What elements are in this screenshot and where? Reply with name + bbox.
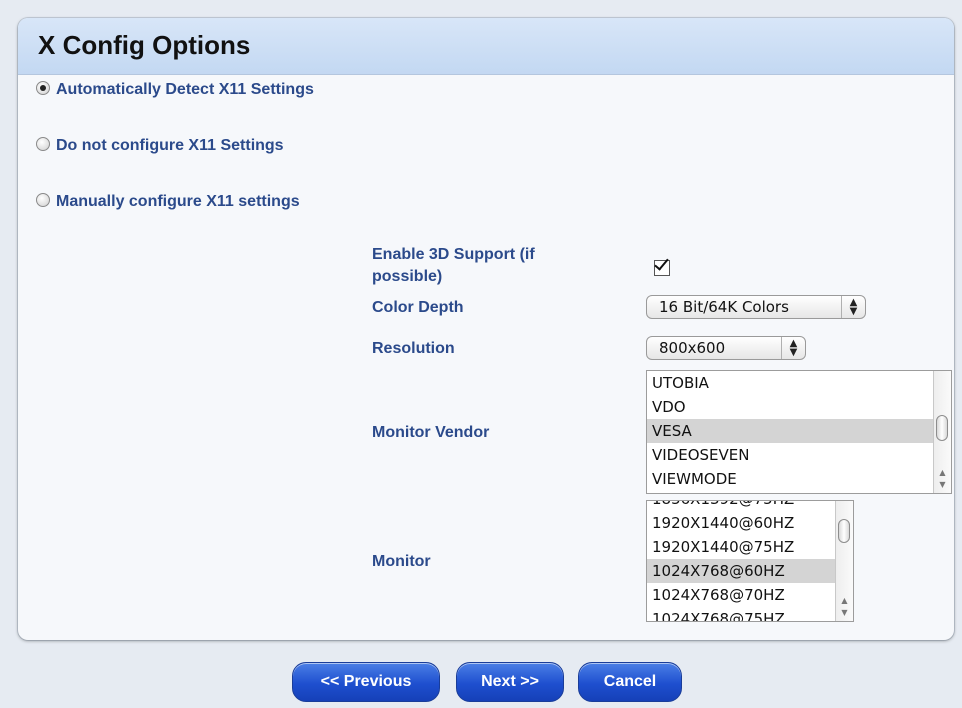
list-item[interactable]: VDO xyxy=(647,395,933,419)
list-item[interactable]: UTOBIA xyxy=(647,371,933,395)
list-item[interactable]: 1856X1392@75HZ xyxy=(647,501,835,511)
scroll-down-arrow-icon[interactable]: ▼ xyxy=(836,607,853,619)
list-item[interactable]: VIEWMODE xyxy=(647,467,933,491)
enable-3d-label: Enable 3D Support (if possible) xyxy=(372,246,535,285)
select-arrows-icon: ▲ ▼ xyxy=(781,337,805,359)
radio-auto-detect-label: Automatically Detect X11 Settings xyxy=(56,81,314,98)
monitor-listbox[interactable]: 1856X1392@75HZ 1920X1440@60HZ 1920X1440@… xyxy=(646,500,854,622)
radio-manual-configure-label: Manually configure X11 settings xyxy=(56,193,300,210)
scroll-down-arrow-icon[interactable]: ▼ xyxy=(934,479,951,491)
radio-manual-configure[interactable]: Manually configure X11 settings xyxy=(30,190,340,214)
next-button[interactable]: Next >> xyxy=(456,662,564,702)
monitor-label: Monitor xyxy=(372,553,431,570)
color-depth-label: Color Depth xyxy=(372,299,464,316)
monitor-vendor-listbox[interactable]: UTOBIA VDO VESA VIDEOSEVEN VIEWMODE ▲ ▼ xyxy=(646,370,952,494)
select-arrows-icon: ▲ ▼ xyxy=(841,296,865,318)
scroll-up-arrow-icon[interactable]: ▲ xyxy=(836,595,853,607)
radio-button-icon[interactable] xyxy=(36,193,50,207)
list-item[interactable]: 1024X768@70HZ xyxy=(647,583,835,607)
monitor-vendor-label: Monitor Vendor xyxy=(372,424,490,441)
scroll-up-arrow-icon[interactable]: ▲ xyxy=(934,467,951,479)
monitor-items: 1856X1392@75HZ 1920X1440@60HZ 1920X1440@… xyxy=(647,501,835,621)
previous-button[interactable]: << Previous xyxy=(292,662,440,702)
list-item-selected[interactable]: VESA xyxy=(647,419,933,443)
list-item-selected[interactable]: 1024X768@60HZ xyxy=(647,559,835,583)
monitor-vendor-scrollbar[interactable]: ▲ ▼ xyxy=(933,371,951,493)
config-panel: X Config Options Automatically Detect X1… xyxy=(18,18,954,640)
enable-3d-checkbox[interactable] xyxy=(654,260,670,276)
radio-button-checked-icon[interactable] xyxy=(36,81,50,95)
scrollbar-thumb[interactable] xyxy=(936,415,948,441)
list-item[interactable]: VIDEOSEVEN xyxy=(647,443,933,467)
list-item[interactable]: 1920X1440@60HZ xyxy=(647,511,835,535)
color-depth-value: 16 Bit/64K Colors xyxy=(659,298,789,316)
resolution-value: 800x600 xyxy=(659,339,726,357)
radio-button-icon[interactable] xyxy=(36,137,50,151)
cancel-button[interactable]: Cancel xyxy=(578,662,682,702)
radio-do-not-configure[interactable]: Do not configure X11 Settings xyxy=(30,134,340,158)
scrollbar-thumb[interactable] xyxy=(838,519,850,543)
list-item[interactable]: 1024X768@75HZ xyxy=(647,607,835,621)
list-item[interactable]: 1920X1440@75HZ xyxy=(647,535,835,559)
color-depth-select[interactable]: 16 Bit/64K Colors ▲ ▼ xyxy=(646,295,866,319)
page-title: X Config Options xyxy=(38,30,251,60)
radio-auto-detect[interactable]: Automatically Detect X11 Settings xyxy=(30,78,340,102)
monitor-scrollbar[interactable]: ▲ ▼ xyxy=(835,501,853,621)
radio-do-not-configure-label: Do not configure X11 Settings xyxy=(56,137,284,154)
resolution-label: Resolution xyxy=(372,340,455,357)
monitor-vendor-items: UTOBIA VDO VESA VIDEOSEVEN VIEWMODE xyxy=(647,371,933,491)
resolution-select[interactable]: 800x600 ▲ ▼ xyxy=(646,336,806,360)
